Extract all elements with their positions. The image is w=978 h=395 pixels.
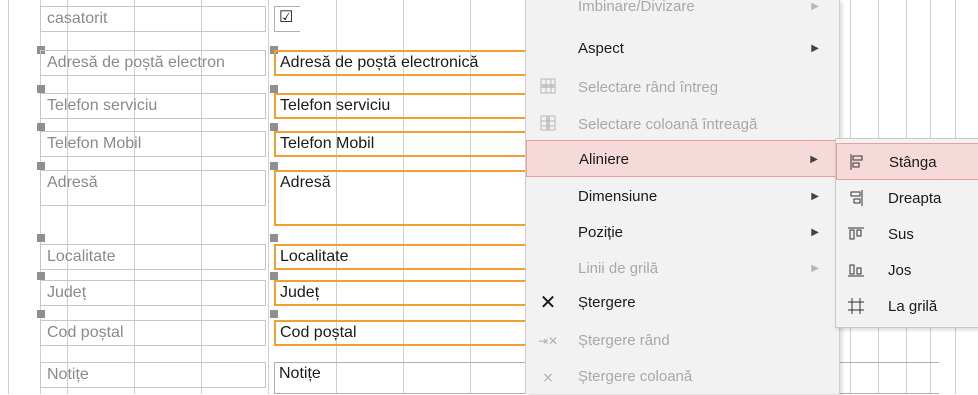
menu-item-delete[interactable]: ✕ Ștergere — [526, 284, 839, 321]
resize-handle[interactable] — [270, 85, 278, 93]
resize-handle[interactable] — [37, 123, 45, 131]
field-control[interactable]: Adresă de poștă electronică — [274, 50, 540, 76]
menu-item-delete-row[interactable]: ⇥✕ Ștergere rând — [526, 322, 839, 359]
field-control[interactable]: Cod poștal — [274, 320, 540, 346]
resize-handle[interactable] — [270, 234, 278, 242]
field-label[interactable]: Județ — [40, 280, 266, 306]
menu-item-select-row[interactable]: Selectare rând întreg — [526, 69, 839, 106]
field-label[interactable]: Telefon serviciu — [40, 93, 266, 119]
field-label[interactable]: casatorit — [40, 6, 266, 32]
submenu-arrow-icon: ▶ — [811, 43, 819, 54]
menu-item-select-column[interactable]: Selectare coloană întreagă — [526, 106, 839, 143]
context-menu: Îmbinare/Divizare ▶ Aspect ▶ Selectare r… — [525, 0, 840, 394]
submenu-item-top[interactable]: Sus — [836, 216, 978, 253]
select-column-icon — [538, 115, 558, 135]
form-row: casatorit ☑ — [0, 0, 540, 38]
align-left-icon — [847, 153, 867, 173]
menu-item-gridlines[interactable]: Linii de grilă ▶ — [526, 250, 839, 287]
resize-handle[interactable] — [37, 272, 45, 280]
resize-handle[interactable] — [37, 310, 45, 318]
delete-column-icon: ⨯ — [542, 369, 554, 385]
menu-item-size[interactable]: Dimensiune ▶ — [526, 178, 839, 215]
form-row: Adresă Adresă — [0, 162, 540, 228]
field-control[interactable]: Localitate — [274, 244, 540, 270]
submenu-item-bottom[interactable]: Jos — [836, 252, 978, 289]
field-control[interactable]: Telefon Mobil — [274, 131, 540, 157]
submenu-item-left[interactable]: Stânga — [836, 143, 978, 180]
submenu-arrow-icon: ▶ — [811, 191, 819, 202]
submenu-arrow-icon: ▶ — [811, 227, 819, 238]
resize-handle[interactable] — [37, 234, 45, 242]
select-row-icon — [538, 78, 558, 98]
submenu-arrow-icon: ▶ — [811, 263, 819, 274]
form-row: Județ Județ — [0, 272, 540, 314]
field-control[interactable]: Județ — [274, 280, 540, 306]
resize-handle[interactable] — [270, 272, 278, 280]
form-row: Adresă de poștă electron Adresă de poștă… — [0, 46, 540, 88]
menu-item-position[interactable]: Poziție ▶ — [526, 214, 839, 251]
form-row: Telefon Mobil Telefon Mobil — [0, 123, 540, 165]
menu-item-layout[interactable]: Aspect ▶ — [526, 30, 839, 67]
field-control[interactable]: Telefon serviciu — [274, 93, 540, 119]
submenu-arrow-icon: ▶ — [810, 154, 818, 165]
align-submenu: Stânga Dreapta Sus Jos La grilă — [835, 138, 978, 328]
menu-item-align[interactable]: Aliniere ▶ — [526, 140, 839, 177]
resize-handle[interactable] — [37, 85, 45, 93]
form-row: Telefon serviciu Telefon serviciu — [0, 85, 540, 127]
field-label[interactable]: Adresă de poștă electron — [40, 50, 266, 76]
align-bottom-icon — [846, 261, 866, 281]
form-row: Notițe Notițe — [0, 356, 939, 394]
resize-handle[interactable] — [270, 162, 278, 170]
submenu-item-right[interactable]: Dreapta — [836, 180, 978, 217]
align-grid-icon — [846, 297, 866, 317]
field-label[interactable]: Cod poștal — [40, 320, 266, 346]
delete-x-icon: ✕ — [539, 292, 557, 314]
align-right-icon — [846, 189, 866, 209]
checkbox-married[interactable]: ☑ — [274, 6, 300, 32]
field-label[interactable]: Telefon Mobil — [40, 131, 266, 157]
field-label[interactable]: Adresă — [40, 170, 266, 206]
delete-row-icon: ⇥✕ — [538, 334, 559, 348]
resize-handle[interactable] — [37, 162, 45, 170]
submenu-item-grid[interactable]: La grilă — [836, 288, 978, 325]
submenu-arrow-icon: ▶ — [811, 1, 819, 12]
resize-handle[interactable] — [270, 123, 278, 131]
field-label[interactable]: Notițe — [40, 362, 266, 388]
align-top-icon — [846, 225, 866, 245]
menu-item-merge-split[interactable]: Îmbinare/Divizare ▶ — [526, 0, 839, 25]
field-label[interactable]: Localitate — [40, 244, 266, 270]
form-row: Cod poștal Cod poștal — [0, 310, 540, 352]
menu-item-delete-column[interactable]: ⨯ Ștergere coloană — [526, 358, 839, 395]
field-control[interactable]: Adresă — [274, 170, 540, 226]
resize-handle[interactable] — [270, 310, 278, 318]
form-row: Localitate Localitate — [0, 234, 540, 276]
